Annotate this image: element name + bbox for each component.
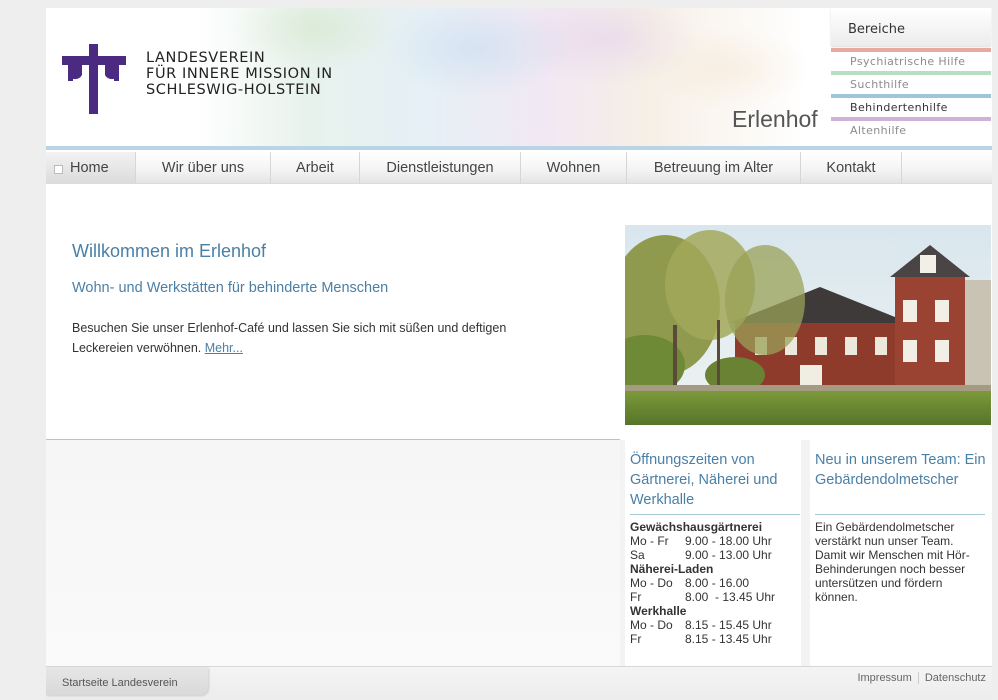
nav-item-betreuung-im-alter[interactable]: Betreuung im Alter: [627, 152, 801, 183]
site-name: Erlenhof: [732, 106, 818, 132]
bereich-label: Psychiatrische Hilfe: [850, 55, 966, 68]
page-subtitle: Wohn- und Werkstätten für behinderte Men…: [72, 280, 389, 296]
bereich-suchthilfe[interactable]: Suchthilfe: [831, 71, 991, 93]
home-icon: [54, 165, 63, 174]
opening-hours-title: Öffnungszeiten von Gärtnerei, Näherei un…: [630, 452, 778, 508]
hours-row: Mo - Do 8.00 - 16.00: [630, 576, 750, 590]
nav-item-wir-ueber-uns[interactable]: Wir über uns: [136, 152, 271, 183]
bereich-color-bar: [831, 117, 991, 121]
page: LANDESVEREIN FÜR INNERE MISSION IN SCHLE…: [46, 8, 992, 700]
team-news-title: Neu in unserem Team: Ein Gebärdendolmets…: [815, 452, 986, 488]
more-link[interactable]: Mehr...: [205, 341, 243, 355]
nav-item-dienstleistungen[interactable]: Dienstleistungen: [360, 152, 521, 183]
team-news-text: Ein Gebärdendolmetscher verstärkt nun un…: [815, 520, 970, 604]
nav-item-wohnen[interactable]: Wohnen: [521, 152, 627, 183]
bereich-color-bar: [831, 48, 991, 52]
column-gutter: [801, 440, 810, 674]
erlenhof-building-photo: [625, 225, 991, 425]
hours-section-title: Näherei-Laden: [630, 562, 714, 576]
welcome-section: Willkommen im Erlenhof Wohn- und Werkstä…: [46, 184, 620, 439]
logo-line-3: SCHLESWIG-HOLSTEIN: [146, 82, 322, 98]
bereich-label: Altenhilfe: [850, 124, 907, 137]
bereiche-title: Bereiche: [831, 8, 991, 46]
empty-content-area: [46, 440, 620, 674]
bereiche-menu: Bereiche Psychiatrische Hilfe Suchthilfe…: [831, 8, 991, 146]
hours-row: Mo - Fr 9.00 - 18.00 Uhr: [630, 534, 772, 548]
welcome-paragraph: Besuchen Sie unser Erlenhof-Café und las…: [72, 321, 507, 355]
hours-row: Sa 9.00 - 13.00 Uhr: [630, 548, 772, 562]
bereich-label: Suchthilfe: [850, 78, 910, 91]
hours-section-title: Werkhalle: [630, 604, 687, 618]
bereich-behindertenhilfe[interactable]: Behindertenhilfe: [831, 94, 991, 116]
nav-item-home[interactable]: Home: [46, 152, 136, 183]
bereich-psychiatrische-hilfe[interactable]: Psychiatrische Hilfe: [831, 48, 991, 70]
team-news-box: Neu in unserem Team: Ein Gebärdendolmets…: [810, 440, 992, 666]
page-title: Willkommen im Erlenhof: [72, 241, 267, 261]
box-divider: [630, 514, 800, 515]
datenschutz-link[interactable]: Datenschutz: [925, 672, 986, 684]
logo-line-2: FÜR INNERE MISSION IN: [146, 66, 333, 82]
cross-logo-icon[interactable]: [62, 44, 126, 114]
active-arrow-icon: [834, 102, 840, 112]
nav-item-kontakt[interactable]: Kontakt: [801, 152, 902, 183]
nav-item-arbeit[interactable]: Arbeit: [271, 152, 360, 183]
logo-text[interactable]: LANDESVEREIN FÜR INNERE MISSION IN SCHLE…: [146, 50, 333, 98]
box-divider: [815, 514, 985, 515]
footer-links: Impressum Datenschutz: [857, 672, 986, 685]
bereich-label: Behindertenhilfe: [850, 101, 948, 114]
hours-row: Fr 8.15 - 13.45 Uhr: [630, 632, 772, 646]
impressum-link[interactable]: Impressum: [857, 672, 911, 684]
hours-row: Fr 8.00 - 13.45 Uhr: [630, 590, 776, 604]
bereich-color-bar: [831, 94, 991, 98]
hours-row: Mo - Do 8.15 - 15.45 Uhr: [630, 618, 772, 632]
opening-hours-box: Öffnungszeiten von Gärtnerei, Näherei un…: [625, 440, 801, 666]
main-nav: Home Wir über uns Arbeit Dienstleistunge…: [46, 152, 992, 184]
bereich-altenhilfe[interactable]: Altenhilfe: [831, 117, 991, 139]
logo-line-1: LANDESVEREIN: [146, 50, 266, 66]
footer-separator: [917, 672, 919, 685]
opening-hours-list: Gewächshausgärtnerei Mo - Fr 9.00 - 18.00…: [630, 520, 775, 646]
footer: Startseite Landesverein Impressum Datensc…: [46, 666, 992, 700]
main-content: Willkommen im Erlenhof Wohn- und Werkstä…: [46, 184, 992, 674]
hours-section-title: Gewächshausgärtnerei: [630, 520, 763, 534]
bereich-color-bar: [831, 71, 991, 75]
header-divider: [46, 146, 992, 150]
startseite-landesverein-link[interactable]: Startseite Landesverein: [46, 667, 208, 695]
header: LANDESVEREIN FÜR INNERE MISSION IN SCHLE…: [46, 8, 992, 146]
